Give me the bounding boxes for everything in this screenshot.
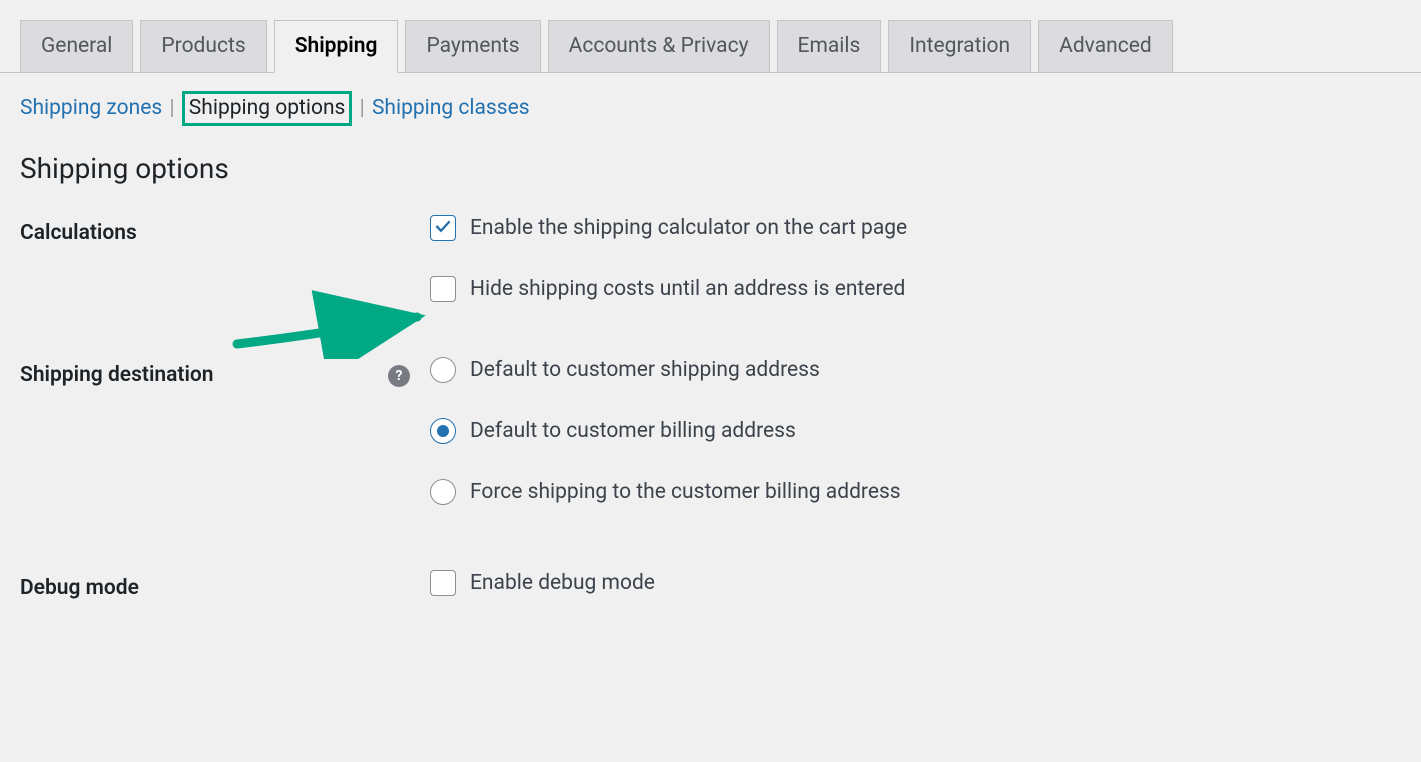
label-default-shipping[interactable]: Default to customer shipping address xyxy=(470,358,820,382)
checkbox-enable-calculator[interactable] xyxy=(430,215,456,241)
tab-accounts-privacy[interactable]: Accounts & Privacy xyxy=(548,20,770,72)
label-shipping-destination: Shipping destination ? xyxy=(20,357,430,387)
label-enable-debug[interactable]: Enable debug mode xyxy=(470,571,655,595)
shipping-subnav: Shipping zones | Shipping options | Ship… xyxy=(0,73,1421,144)
page-title: Shipping options xyxy=(0,144,1421,215)
tab-integration[interactable]: Integration xyxy=(888,20,1031,72)
label-hide-costs[interactable]: Hide shipping costs until an address is … xyxy=(470,277,905,301)
radio-force-billing[interactable] xyxy=(430,479,456,505)
tab-shipping[interactable]: Shipping xyxy=(274,20,399,73)
label-default-billing[interactable]: Default to customer billing address xyxy=(470,419,796,443)
tab-payments[interactable]: Payments xyxy=(405,20,540,72)
row-shipping-destination: Shipping destination ? Default to custom… xyxy=(20,357,1401,505)
checkbox-enable-debug[interactable] xyxy=(430,570,456,596)
tab-advanced[interactable]: Advanced xyxy=(1038,20,1173,72)
option-default-shipping: Default to customer shipping address xyxy=(430,357,1401,383)
radio-default-billing[interactable] xyxy=(430,418,456,444)
option-enable-calculator: Enable the shipping calculator on the ca… xyxy=(430,215,1401,241)
help-icon[interactable]: ? xyxy=(388,365,410,387)
subnav-separator: | xyxy=(360,96,370,120)
option-enable-debug: Enable debug mode xyxy=(430,570,1401,596)
label-enable-calculator[interactable]: Enable the shipping calculator on the ca… xyxy=(470,216,907,240)
subnav-shipping-zones[interactable]: Shipping zones xyxy=(20,96,162,120)
option-default-billing: Default to customer billing address xyxy=(430,418,1401,444)
settings-tabs: General Products Shipping Payments Accou… xyxy=(0,0,1421,73)
label-force-billing[interactable]: Force shipping to the customer billing a… xyxy=(470,480,901,504)
option-force-billing: Force shipping to the customer billing a… xyxy=(430,479,1401,505)
tab-emails[interactable]: Emails xyxy=(777,20,882,72)
label-calculations: Calculations xyxy=(20,215,430,245)
row-calculations: Calculations Enable the shipping calcula… xyxy=(20,215,1401,302)
subnav-shipping-classes[interactable]: Shipping classes xyxy=(372,96,530,120)
radio-default-shipping[interactable] xyxy=(430,357,456,383)
checkbox-hide-costs[interactable] xyxy=(430,276,456,302)
subnav-shipping-options[interactable]: Shipping options xyxy=(182,91,353,126)
tab-products[interactable]: Products xyxy=(140,20,266,72)
option-hide-costs: Hide shipping costs until an address is … xyxy=(430,276,1401,302)
label-debug-mode: Debug mode xyxy=(20,570,430,600)
subnav-separator: | xyxy=(169,96,179,120)
tab-general[interactable]: General xyxy=(20,20,133,72)
row-debug-mode: Debug mode Enable debug mode xyxy=(20,570,1401,600)
